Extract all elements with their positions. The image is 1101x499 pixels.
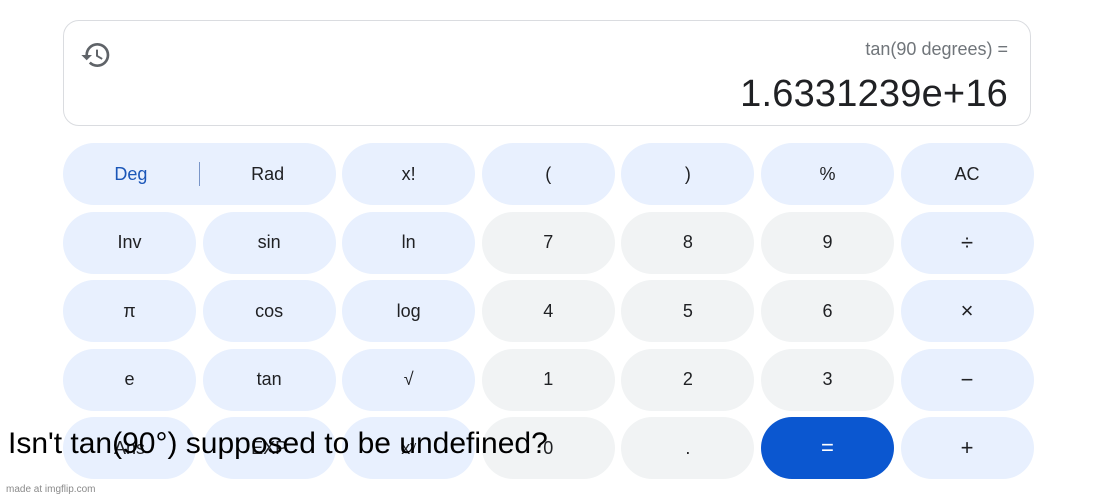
digit-1-button[interactable]: 1	[481, 348, 615, 411]
minus-button[interactable]: −	[900, 348, 1034, 411]
digit-5-button[interactable]: 5	[621, 280, 755, 342]
rad-button[interactable]: Rad	[200, 143, 336, 205]
pi-button[interactable]: π	[63, 280, 196, 342]
multiply-button[interactable]: ×	[900, 280, 1034, 342]
open-paren-button[interactable]: (	[481, 143, 615, 205]
history-icon[interactable]	[80, 39, 112, 71]
log-button[interactable]: log	[342, 280, 476, 342]
cos-button[interactable]: cos	[202, 280, 336, 342]
divide-button[interactable]: ÷	[900, 211, 1034, 274]
expression-text: tan(90 degrees) =	[865, 39, 1008, 59]
calculator-display: tan(90 degrees) = 1.6331239e+16	[63, 20, 1031, 126]
imgflip-watermark: made at imgflip.com	[6, 484, 96, 495]
digit-6-button[interactable]: 6	[760, 280, 894, 342]
digit-3-button[interactable]: 3	[760, 348, 894, 411]
all-clear-button[interactable]: AC	[900, 143, 1034, 205]
plus-button[interactable]: +	[900, 417, 1034, 479]
meme-caption: Isn't tan(90°) supposed to be undefined?	[8, 427, 548, 460]
angle-mode-toggle[interactable]: Deg Rad	[63, 143, 336, 205]
decimal-button[interactable]: .	[621, 417, 755, 479]
digit-4-button[interactable]: 4	[481, 280, 615, 342]
digit-8-button[interactable]: 8	[621, 211, 755, 274]
tan-button[interactable]: tan	[202, 348, 336, 411]
inverse-button[interactable]: Inv	[63, 211, 196, 274]
percent-button[interactable]: %	[760, 143, 894, 205]
ln-button[interactable]: ln	[342, 211, 476, 274]
e-button[interactable]: e	[63, 348, 196, 411]
digit-2-button[interactable]: 2	[621, 348, 755, 411]
deg-button[interactable]: Deg	[63, 143, 199, 205]
digit-9-button[interactable]: 9	[760, 211, 894, 274]
digit-7-button[interactable]: 7	[481, 211, 615, 274]
factorial-button[interactable]: x!	[342, 143, 476, 205]
result-value: 1.6331239e+16	[740, 73, 1008, 115]
sqrt-button[interactable]: √	[342, 348, 476, 411]
sin-button[interactable]: sin	[202, 211, 336, 274]
equals-button[interactable]: =	[760, 417, 894, 479]
close-paren-button[interactable]: )	[621, 143, 755, 205]
